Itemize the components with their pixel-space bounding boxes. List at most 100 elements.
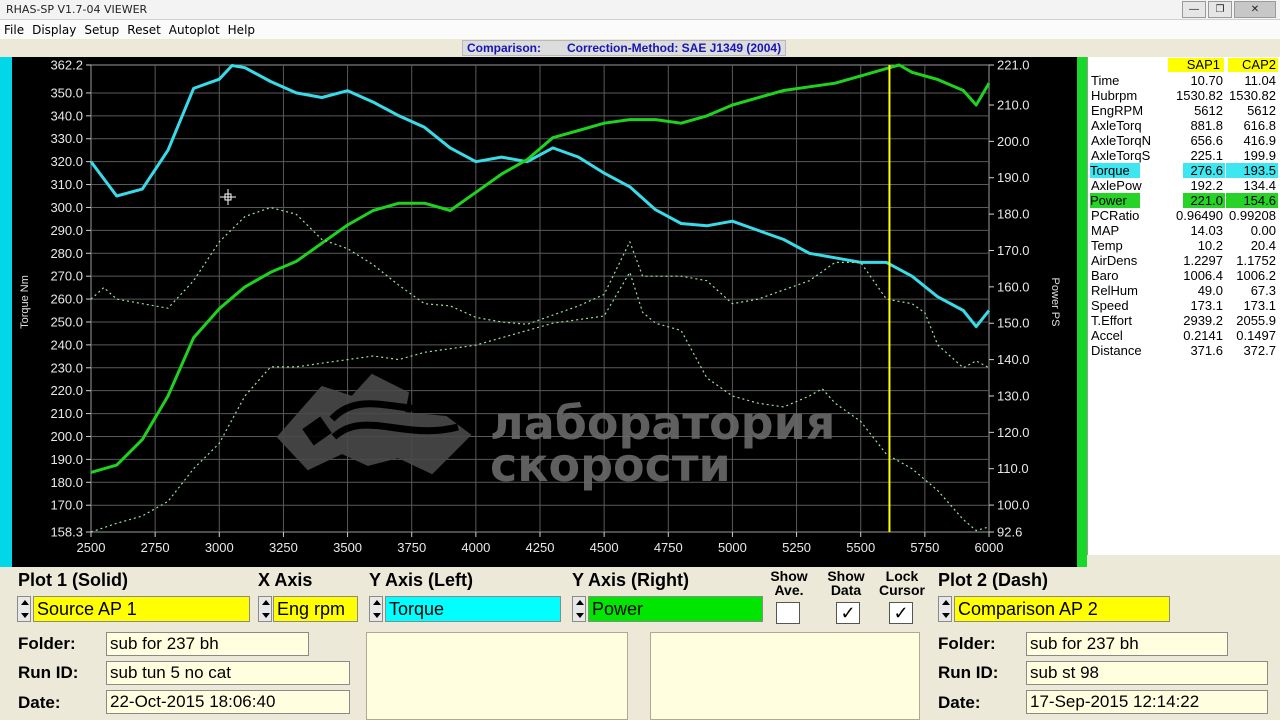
run1-date-label: Date: (18, 693, 61, 712)
data-row-pcratio: PCRatio 0.96490 0.99208 (1088, 208, 1280, 223)
y-left-spinner[interactable] (369, 596, 383, 622)
notes-box-1[interactable] (366, 632, 628, 720)
data-row-sap1-value: 14.03 (1190, 223, 1223, 238)
plot2-label: Plot 2 (Dash) (938, 570, 1049, 590)
data-row-sap1-value: 221.0 (1183, 193, 1225, 208)
data-row-cap2-value: 1006.2 (1236, 268, 1276, 283)
data-row-axletorqn: AxleTorqN 656.6 416.9 (1088, 133, 1280, 148)
plot1-source-field[interactable]: Source AP 1 (33, 596, 250, 622)
y-axis-left-label-control: Y Axis (Left) (369, 570, 474, 590)
data-row-sap1-value: 881.8 (1190, 118, 1223, 133)
restore-button[interactable]: ❐ (1208, 1, 1232, 18)
show-ave-label: Show Ave. (770, 568, 808, 598)
data-row-sap1-value: 49.0 (1197, 283, 1223, 298)
data-row-accel: Accel 0.2141 0.1497 (1088, 328, 1280, 343)
notes-box-2[interactable] (650, 632, 920, 720)
y-right-tick-label: 92.6 (997, 525, 1022, 540)
y-axis-right-label: Power PS (1049, 278, 1061, 327)
run2-date-field[interactable]: 17-Sep-2015 12:14:22 (1026, 690, 1268, 714)
menu-display[interactable]: Display (32, 23, 76, 37)
x-tick-label: 5750 (910, 540, 939, 555)
data-row-sap1-value: 5612 (1194, 103, 1223, 118)
data-row-cap2-value: 0.00 (1250, 223, 1276, 238)
data-row-axlepow: AxlePow 192.2 134.4 (1088, 178, 1280, 193)
run2-runid-field[interactable]: sub st 98 (1026, 661, 1268, 685)
data-row-name: MAP (1091, 223, 1120, 238)
x-tick-label: 4250 (526, 540, 555, 555)
y-right-tick-label: 140.0 (997, 352, 1030, 367)
x-tick-label: 5000 (718, 540, 747, 555)
y-left-tick-label: 190.0 (50, 452, 83, 467)
data-row-cap2-value: 0.1497 (1236, 328, 1276, 343)
y-right-tick-label: 160.0 (997, 279, 1030, 294)
y-axis-left-label: Torque Nm (19, 275, 31, 329)
y-right-tick-label: 120.0 (997, 425, 1030, 440)
y-right-tick-label: 210.0 (997, 98, 1030, 113)
data-row-hubrpm: Hubrpm 1530.82 1530.82 (1088, 88, 1280, 103)
data-row-name: Time (1091, 73, 1120, 88)
comparison-label: Comparison: (467, 41, 542, 55)
x-tick-label: 6000 (975, 540, 1004, 555)
data-row-sap1-value: 0.2141 (1183, 328, 1223, 343)
y-left-tick-label: 310.0 (50, 177, 83, 192)
data-row-relhum: RelHum 49.0 67.3 (1088, 283, 1280, 298)
data-row-sap1-value: 225.1 (1190, 148, 1223, 163)
data-row-cap2-value: 616.8 (1243, 118, 1276, 133)
y-left-tick-label: 230.0 (50, 360, 83, 375)
data-row-baro: Baro 1006.4 1006.2 (1088, 268, 1280, 283)
y-left-tick-label: 330.0 (50, 131, 83, 146)
show-ave-checkbox[interactable] (776, 602, 800, 624)
x-tick-label: 4000 (461, 540, 490, 555)
run1-date-field[interactable]: 22-Oct-2015 18:06:40 (106, 690, 350, 714)
x-tick-label: 5250 (782, 540, 811, 555)
x-axis-field[interactable]: Eng rpm (273, 596, 358, 622)
data-row-sap1-value: 1.2297 (1183, 253, 1223, 268)
y-left-field[interactable]: Torque (385, 596, 561, 622)
x-tick-label: 3250 (269, 540, 298, 555)
plot2-spinner[interactable] (938, 596, 952, 622)
run1-runid-field[interactable]: sub tun 5 no cat (106, 661, 350, 685)
menu-help[interactable]: Help (228, 23, 255, 37)
y-right-spinner[interactable] (572, 596, 586, 622)
data-row-name: T.Effort (1091, 313, 1132, 328)
minimize-button[interactable]: — (1182, 1, 1206, 18)
data-row-name: Accel (1091, 328, 1123, 343)
data-row-cap2-value: 67.3 (1250, 283, 1276, 298)
x-axis-spinner[interactable] (258, 596, 272, 622)
x-tick-label: 5500 (846, 540, 875, 555)
data-row-name: EngRPM (1091, 103, 1144, 118)
data-row-name: PCRatio (1091, 208, 1140, 223)
lock-cursor-checkbox[interactable]: ✓ (889, 602, 913, 624)
data-row-cap2-value: 2055.9 (1236, 313, 1276, 328)
lock-cursor-label: Lock Cursor (879, 568, 925, 598)
run1-folder-field[interactable]: sub for 237 bh (106, 632, 309, 656)
data-row-time: Time 10.70 11.04 (1088, 73, 1280, 88)
data-row-name: Speed (1091, 298, 1129, 313)
plot1-spinner[interactable] (17, 596, 31, 622)
data-row-temp: Temp 10.2 20.4 (1088, 238, 1280, 253)
y-left-tick-label: 260.0 (50, 292, 83, 307)
y-right-tick-label: 150.0 (997, 316, 1030, 331)
y-right-tick-label: 130.0 (997, 388, 1030, 403)
y-left-tick-label: 270.0 (50, 269, 83, 284)
y-left-tick-label: 210.0 (50, 406, 83, 421)
show-data-label: Show Data (827, 568, 865, 598)
close-button[interactable]: ✕ (1234, 1, 1276, 18)
data-row-cap2-value: 5612 (1247, 103, 1276, 118)
menu-setup[interactable]: Setup (84, 23, 119, 37)
plot2-source-field[interactable]: Comparison AP 2 (954, 596, 1170, 622)
y-right-tick-label: 190.0 (997, 170, 1030, 185)
dyno-plot[interactable]: 2500 2750 3000 3250 3500 3750 4000 4250 4500 4750… (12, 57, 1077, 567)
watermark-logo-icon (276, 373, 472, 475)
menu-reset[interactable]: Reset (127, 23, 161, 37)
run2-folder-field[interactable]: sub for 237 bh (1026, 632, 1228, 656)
menu-autoplot[interactable]: Autoplot (169, 23, 220, 37)
show-data-checkbox[interactable]: ✓ (836, 602, 860, 624)
y-left-tick-label: 320.0 (50, 154, 83, 169)
menu-file[interactable]: File (4, 23, 24, 37)
y-left-tick-label: 350.0 (50, 85, 83, 100)
y-right-field[interactable]: Power (588, 596, 763, 622)
data-row-sap1-value: 1006.4 (1183, 268, 1223, 283)
x-tick-label: 4500 (590, 540, 619, 555)
x-tick-label: 2750 (141, 540, 170, 555)
